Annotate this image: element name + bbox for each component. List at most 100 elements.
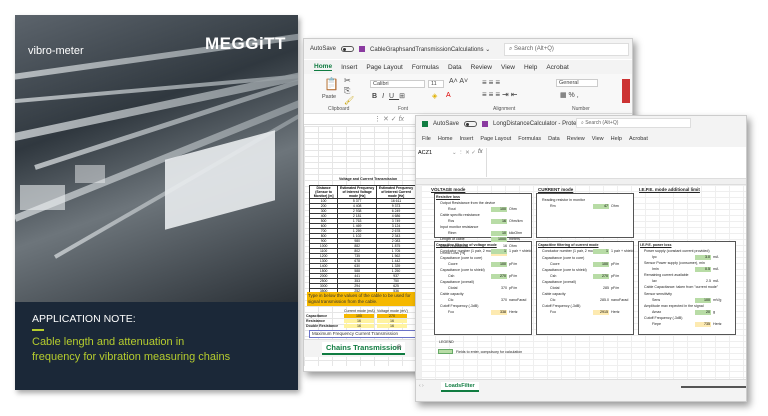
field-value[interactable]: 10 — [491, 231, 507, 236]
field-label: Cutoff Frequency (-3dB) — [440, 304, 478, 308]
param-current-value[interactable]: 100 — [344, 314, 374, 318]
param-voltage-value[interactable]: 16 — [377, 324, 407, 328]
field-value[interactable]: 16 — [491, 219, 507, 224]
title-line-2: frequency for vibration measuring chains — [32, 350, 292, 365]
field-unit: pF/m — [509, 286, 517, 290]
cut-icon[interactable]: ✂ — [344, 76, 351, 85]
field-label: Sensor Power supply (consumer), min — [644, 261, 705, 265]
field-unit: pF/m — [611, 286, 619, 290]
tab-help[interactable]: Help — [524, 64, 537, 71]
tab-page-layout[interactable]: Page Layout — [366, 64, 403, 71]
param-voltage-value[interactable]: 270 — [377, 314, 407, 318]
font-name-select[interactable]: Calibri — [370, 80, 425, 88]
format-painter-icon[interactable]: 🖌 — [344, 96, 354, 105]
field-unit: mV/g — [713, 298, 721, 302]
horizontal-scrollbar[interactable] — [681, 386, 746, 388]
iepe-heading: I.E.P.E. mode additional limit — [639, 187, 700, 192]
field-value[interactable]: 100 — [491, 262, 507, 267]
percent-icon[interactable]: ▦ % , — [560, 91, 579, 99]
field-symbol: Fco — [448, 310, 454, 314]
field-unit: 1 pair + shield — [509, 249, 531, 253]
font-color-icon[interactable]: A — [446, 92, 451, 99]
copy-icon[interactable]: ⎘ — [344, 86, 350, 96]
grow-font-icon[interactable]: A˄ A˅ — [449, 78, 468, 85]
tab-view[interactable]: View — [592, 136, 604, 142]
add-sheet-icon[interactable]: ⊕ — [396, 343, 402, 351]
autosave-toggle[interactable] — [464, 121, 477, 127]
paste-icon[interactable]: 📋 — [324, 77, 339, 91]
field-unit: pF/m — [611, 274, 619, 278]
legend-title: LEGEND — [439, 340, 454, 344]
search-placeholder: Search (Alt+Q) — [585, 120, 618, 126]
save-icon[interactable] — [482, 121, 488, 127]
tab-review[interactable]: Review — [471, 64, 492, 71]
name-box[interactable]: ACZ1 — [418, 150, 448, 156]
tab-formulas[interactable]: Formulas — [518, 136, 541, 142]
field-symbol: Iav — [652, 279, 657, 283]
formula-input[interactable] — [486, 148, 746, 177]
sheet-tab-bar: ‹ › LoadsFilter — [416, 379, 747, 402]
tab-insert[interactable]: Insert — [341, 64, 357, 71]
field-unit: Hertz — [509, 310, 518, 314]
field-value[interactable]: 1 — [593, 249, 609, 254]
field-value[interactable]: 100 — [491, 207, 507, 212]
search-box[interactable]: ⌕ Search (Alt+Q) — [576, 118, 691, 128]
field-value[interactable]: 20 — [695, 310, 711, 315]
number-format-select[interactable]: General — [556, 79, 598, 87]
sheet-tab-chains-transmission[interactable]: Chains Transmission — [322, 342, 405, 355]
field-value[interactable]: 1 — [491, 249, 507, 254]
field-value[interactable]: 0.5 — [695, 267, 711, 272]
formula-controls[interactable]: ⌄ ⋮ ✕ ✓ — [452, 150, 476, 156]
field-value[interactable]: 100 — [593, 262, 609, 267]
field-value[interactable]: 270 — [593, 274, 609, 279]
field-value[interactable]: 3.0 — [695, 255, 711, 260]
font-size-select[interactable]: 11 — [428, 80, 444, 88]
field-value[interactable]: 100 — [695, 298, 711, 303]
legend-text: Fields to enter, compulsory for calculat… — [456, 350, 522, 354]
field-value[interactable]: 47 — [593, 204, 609, 209]
tab-view[interactable]: View — [501, 64, 515, 71]
tab-acrobat[interactable]: Acrobat — [629, 136, 648, 142]
field-symbol: Rcs — [448, 219, 454, 223]
field-label: Amplitude max expected in the signal — [644, 304, 704, 308]
sheet-tab-loadsfilter[interactable]: LoadsFilter — [441, 382, 479, 392]
title-line-1: Cable length and attenuation in — [32, 335, 292, 350]
fx-icon[interactable]: fx — [478, 149, 483, 155]
param-current-value[interactable]: 16 — [344, 319, 374, 323]
tab-help[interactable]: Help — [611, 136, 622, 142]
field-label: Capacitance (core to core) — [542, 256, 584, 260]
tab-insert[interactable]: Insert — [460, 136, 474, 142]
field-label: Conductor number (1 pair, 2 mod) — [440, 249, 494, 253]
tab-acrobat[interactable]: Acrobat — [546, 64, 568, 71]
field-value[interactable]: 1000 — [491, 237, 507, 242]
autosave-toggle[interactable] — [341, 46, 354, 52]
file-name[interactable]: CableGraphsandTransmissionCalculations ⌄ — [370, 46, 490, 53]
fill-color-icon[interactable]: ◈ — [432, 92, 437, 100]
tab-home[interactable]: Home — [438, 136, 453, 142]
field-label: Conductor number (1 pair, 2 mod) — [542, 249, 596, 253]
param-voltage-value[interactable]: 16 — [377, 319, 407, 323]
application-note-label: APPLICATION NOTE: — [32, 313, 136, 325]
tab-data[interactable]: Data — [448, 64, 462, 71]
field-value: 285.0 — [593, 298, 609, 302]
field-value[interactable]: 270 — [491, 274, 507, 279]
format-buttons[interactable]: BIU⊞ — [372, 92, 410, 100]
alignment-icons[interactable]: ≡≡≡ — [482, 78, 502, 87]
param-label: Capacitance — [306, 314, 327, 318]
sheet-nav-arrows[interactable]: ‹ › — [419, 383, 424, 389]
search-box[interactable]: ⌕ Search (Alt+Q) — [504, 43, 629, 56]
save-icon[interactable] — [359, 46, 365, 52]
tab-data[interactable]: Data — [548, 136, 560, 142]
field-symbol: Rout — [448, 207, 456, 211]
tab-file[interactable]: File — [422, 136, 431, 142]
tab-review[interactable]: Review — [567, 136, 585, 142]
field-unit: Ohm — [509, 207, 517, 211]
field-unit: g — [713, 310, 715, 314]
paste-label[interactable]: Paste — [322, 94, 336, 100]
param-current-value[interactable]: 16 — [344, 324, 374, 328]
tab-page-layout[interactable]: Page Layout — [480, 136, 511, 142]
tab-home[interactable]: Home — [314, 63, 332, 71]
alignment-icons-row2[interactable]: ≡≡≡⇥⇤ — [482, 90, 519, 99]
tab-formulas[interactable]: Formulas — [412, 64, 439, 71]
conditional-format-icon[interactable] — [622, 79, 630, 103]
